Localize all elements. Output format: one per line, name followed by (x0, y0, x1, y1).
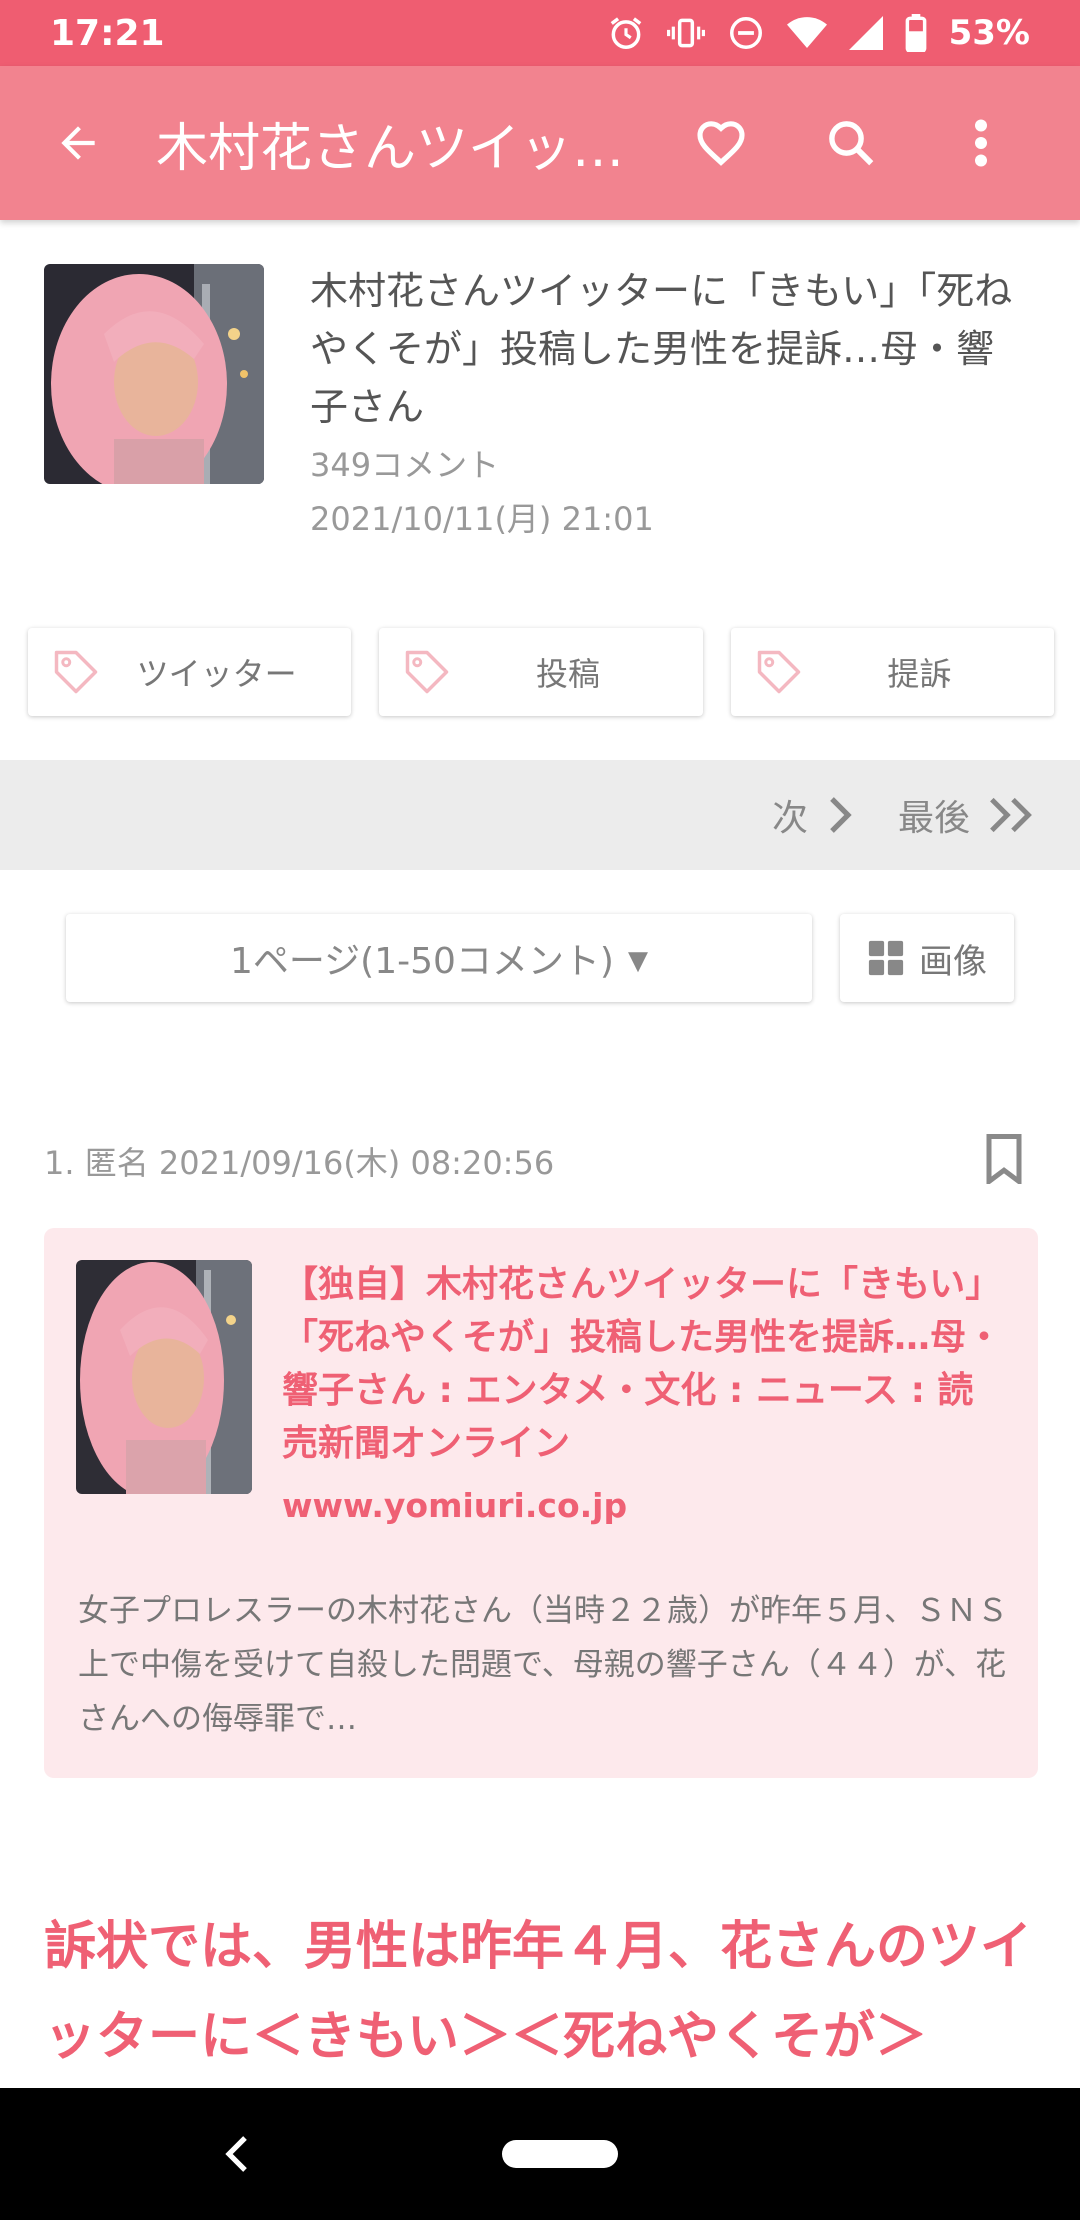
status-bar: 17:21 53% (0, 0, 1080, 66)
link-title: 【独自】木村花さんツイッターに「きもい」「死ねやくそが」投稿した男性を提訴…母・… (282, 1264, 1003, 1464)
link-description: 女子プロレスラーの木村花さん（当時２２歳）が昨年５月、ＳＮＳ上で中傷を受けて自殺… (78, 1593, 1008, 1737)
bookmark-button[interactable] (984, 1134, 1024, 1188)
bookmark-icon (986, 1134, 1022, 1187)
battery-icon (905, 14, 927, 52)
next-page-button[interactable]: 次 (772, 789, 854, 841)
tag-label: ツイッター (136, 655, 297, 693)
page-select[interactable]: 1ページ(1-50コメント) ▼ (66, 914, 812, 1002)
system-nav-bar (0, 2088, 1080, 2220)
dnd-icon (727, 14, 765, 52)
article-header[interactable]: 木村花さんツイッターに「きもい」「死ねやくそが」投稿した男性を提訴…母・響子さん… (44, 264, 1034, 544)
pagination-bar: 次 最後 (0, 760, 1080, 870)
grid-icon (868, 940, 904, 976)
chevron-right-icon (830, 797, 852, 833)
dropdown-caret-icon: ▼ (627, 946, 648, 976)
tag-icon (757, 650, 800, 694)
more-vert-icon (975, 119, 987, 167)
image-view-label: 画像 (919, 941, 987, 982)
home-pill-button[interactable] (502, 2140, 618, 2168)
favorite-button[interactable] (656, 66, 786, 220)
signal-icon (848, 16, 883, 50)
tag-chip[interactable]: ツイッター (28, 628, 352, 716)
link-thumbnail (76, 1260, 252, 1494)
article-thumbnail (44, 264, 264, 484)
app-bar: 木村花さんツイッ… (0, 66, 1080, 220)
article-date: 2021/10/11(月) 21:01 (310, 500, 654, 538)
page-title: 木村花さんツイッ… (156, 118, 625, 179)
last-page-button[interactable]: 最後 (898, 789, 1038, 841)
battery-percent: 53% (948, 13, 1030, 53)
link-preview-card[interactable]: 【独自】木村花さんツイッターに「きもい」「死ねやくそが」投稿した男性を提訴…母・… (44, 1228, 1038, 1778)
tag-list: ツイッター 投稿 提訴 (28, 628, 1054, 716)
comment-header: 1. 匿名 2021/09/16(木) 08:20:56 (44, 1134, 1034, 1188)
comment-count: 349コメント (310, 446, 500, 484)
article-headline: 木村花さんツイッターに「きもい」「死ねやくそが」投稿した男性を提訴…母・響子さん (310, 269, 1013, 429)
back-arrow-icon (61, 126, 95, 160)
last-label: 最後 (897, 798, 970, 839)
wifi-icon (786, 15, 827, 51)
comment-body: 訴状では、男性は昨年４月、花さんのツイッターに＜きもい＞＜死ねやくそが＞ (44, 1917, 1033, 2067)
next-label: 次 (771, 798, 808, 839)
status-time: 17:21 (50, 12, 165, 54)
vibrate-icon (666, 14, 705, 52)
system-back-button[interactable] (222, 2134, 252, 2178)
link-domain: www.yomiuri.co.jp (282, 1486, 628, 1525)
alarm-icon (607, 14, 645, 52)
page-select-value: 1ページ(1-50コメント) (230, 941, 614, 982)
more-button[interactable] (916, 66, 1046, 220)
image-view-button[interactable]: 画像 (840, 914, 1014, 1002)
heart-icon (697, 121, 745, 166)
search-button[interactable] (786, 66, 916, 220)
search-icon (829, 121, 874, 166)
tag-icon (54, 650, 98, 694)
double-chevron-right-icon (990, 797, 1032, 833)
back-chevron-icon (225, 2136, 247, 2172)
back-button[interactable] (0, 66, 156, 220)
tag-label: 提訴 (887, 655, 952, 693)
tag-icon (406, 650, 449, 694)
comment-meta: 1. 匿名 2021/09/16(木) 08:20:56 (44, 1144, 555, 1182)
tag-label: 投稿 (535, 655, 600, 693)
tag-chip[interactable]: 提訴 (730, 628, 1054, 716)
tag-chip[interactable]: 投稿 (379, 628, 703, 716)
